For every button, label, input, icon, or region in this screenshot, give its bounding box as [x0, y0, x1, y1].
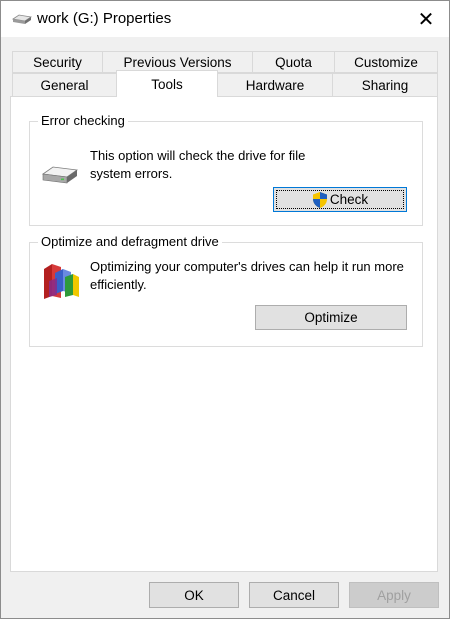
check-button-label: Check	[329, 192, 369, 207]
close-icon: ✕	[417, 8, 435, 31]
optimize-button-label: Optimize	[304, 310, 358, 325]
tab-tools[interactable]: Tools	[116, 70, 218, 97]
properties-dialog: work (G:) Properties ✕ Security Previous…	[0, 0, 450, 619]
tab-hardware[interactable]: Hardware	[217, 73, 333, 97]
ok-button-label: OK	[184, 587, 204, 603]
optimize-button[interactable]: Optimize	[255, 305, 407, 330]
close-button[interactable]: ✕	[403, 1, 449, 37]
tab-customize[interactable]: Customize	[334, 51, 438, 73]
apply-button[interactable]: Apply	[349, 582, 439, 608]
cancel-button[interactable]: Cancel	[249, 582, 339, 608]
error-checking-description: This option will check the drive for fil…	[90, 148, 306, 181]
drive-icon	[11, 13, 33, 27]
check-button[interactable]: Check	[273, 187, 407, 212]
window-title: work (G:) Properties	[37, 10, 172, 27]
optimize-label: Optimize and defragment drive	[38, 234, 222, 249]
uac-shield-icon	[312, 191, 328, 209]
defragment-icon	[41, 261, 81, 301]
apply-button-label: Apply	[377, 587, 411, 603]
error-checking-label: Error checking	[38, 113, 128, 128]
optimize-description: Optimizing your computer's drives can he…	[90, 259, 404, 292]
tools-tab-panel: Error checking This option will check th…	[10, 96, 438, 572]
error-checking-group: Error checking This option will check th…	[29, 113, 423, 226]
tab-general[interactable]: General	[12, 73, 117, 97]
tab-quota[interactable]: Quota	[252, 51, 335, 73]
optimize-group: Optimize and defragment drive Optimizing…	[29, 234, 423, 347]
ok-button[interactable]: OK	[149, 582, 239, 608]
title-bar: work (G:) Properties ✕	[1, 1, 449, 37]
tab-security[interactable]: Security	[12, 51, 103, 73]
hard-drive-icon	[41, 164, 79, 186]
cancel-button-label: Cancel	[272, 587, 316, 603]
tab-sharing[interactable]: Sharing	[332, 73, 438, 97]
